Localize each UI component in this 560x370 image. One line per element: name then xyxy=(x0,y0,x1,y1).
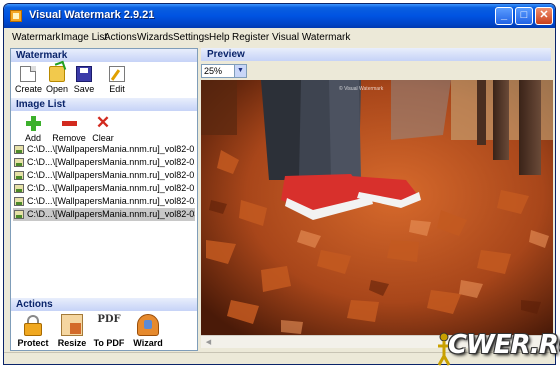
cwer-watermark-logo: CWER.RU xyxy=(436,328,560,370)
menu-image-list[interactable]: Image List xyxy=(61,32,107,43)
left-panel: Watermark Create Open Save Edit Image Li… xyxy=(10,48,198,351)
image-file-icon xyxy=(14,158,24,167)
zoom-dropdown[interactable]: 25% ▼ xyxy=(201,64,247,78)
save-label: Save xyxy=(73,84,95,94)
remove-button[interactable]: Remove xyxy=(52,115,86,143)
create-label: Create xyxy=(15,84,43,94)
file-path: C:\D...\[WallpapersMania.nnm.ru]_vol82-0… xyxy=(27,144,195,154)
cwer-logo-text: CWER.RU xyxy=(448,330,560,360)
window-title: Visual Watermark 2.9.21 xyxy=(29,9,155,21)
file-path: C:\D...\[WallpapersMania.nnm.ru]_vol82-0… xyxy=(27,170,195,180)
add-button[interactable]: Add xyxy=(20,115,46,143)
red-minus-icon xyxy=(61,115,77,131)
image-list-section-header: Image List xyxy=(11,98,197,111)
to-pdf-label: To PDF xyxy=(93,338,125,348)
image-file-icon xyxy=(14,210,24,219)
red-x-icon: ✕ xyxy=(95,113,111,132)
file-path: C:\D...\[WallpapersMania.nnm.ru]_vol82-0… xyxy=(27,209,195,219)
title-bar[interactable]: Visual Watermark 2.9.21 _ □ ✕ xyxy=(4,4,555,28)
clear-button[interactable]: ✕ Clear xyxy=(91,113,115,143)
floppy-disk-icon xyxy=(76,66,92,82)
menu-register[interactable]: Register Visual Watermark xyxy=(232,32,350,43)
green-plus-icon xyxy=(25,115,41,131)
open-button[interactable]: Open xyxy=(44,66,70,94)
file-path: C:\D...\[WallpapersMania.nnm.ru]_vol82-0… xyxy=(27,183,195,193)
app-icon xyxy=(10,10,22,22)
image-file-icon xyxy=(14,197,24,206)
wizard-label: Wizard xyxy=(133,338,163,348)
remove-label: Remove xyxy=(52,133,86,143)
minimize-button[interactable]: _ xyxy=(495,7,513,25)
file-path: C:\D...\[WallpapersMania.nnm.ru]_vol82-0… xyxy=(27,157,195,167)
menu-wizards[interactable]: Wizards xyxy=(137,32,173,43)
to-pdf-button[interactable]: PDF To PDF xyxy=(91,314,127,348)
image-file-list[interactable]: C:\D...\[WallpapersMania.nnm.ru]_vol82-0… xyxy=(13,143,195,221)
create-button[interactable]: Create xyxy=(15,66,43,94)
menu-settings[interactable]: Settings xyxy=(173,32,209,43)
protect-button[interactable]: Protect xyxy=(15,314,51,348)
file-path: C:\D...\[WallpapersMania.nnm.ru]_vol82-0… xyxy=(27,196,195,206)
edit-button[interactable]: Edit xyxy=(107,66,127,94)
file-list-item[interactable]: C:\D...\[WallpapersMania.nnm.ru]_vol82-0… xyxy=(13,143,195,156)
menu-actions[interactable]: Actions xyxy=(104,32,137,43)
edit-pencil-icon xyxy=(109,66,125,82)
edit-label: Edit xyxy=(109,84,125,94)
wizard-icon xyxy=(137,314,159,336)
padlock-icon xyxy=(23,314,43,336)
actions-section-header: Actions xyxy=(11,298,197,311)
image-preview[interactable]: © Visual Watermark xyxy=(201,80,553,335)
add-label: Add xyxy=(24,133,41,143)
app-window: Visual Watermark 2.9.21 _ □ ✕ Watermark … xyxy=(3,3,556,365)
resize-icon xyxy=(61,314,83,336)
open-folder-icon xyxy=(49,66,65,82)
close-button[interactable]: ✕ xyxy=(535,7,553,25)
watermark-section-header: Watermark xyxy=(11,49,197,62)
menu-watermark[interactable]: Watermark xyxy=(12,32,61,43)
resize-label: Resize xyxy=(57,338,87,348)
file-list-item-selected[interactable]: C:\D...\[WallpapersMania.nnm.ru]_vol82-0… xyxy=(13,208,195,221)
open-label: Open xyxy=(45,84,69,94)
chevron-down-icon[interactable]: ▼ xyxy=(234,65,246,77)
wizard-button[interactable]: Wizard xyxy=(131,314,165,348)
file-list-item[interactable]: C:\D...\[WallpapersMania.nnm.ru]_vol82-0… xyxy=(13,182,195,195)
new-document-icon xyxy=(20,66,36,82)
zoom-value: 25% xyxy=(204,66,223,76)
menu-help[interactable]: Help xyxy=(209,32,230,43)
image-file-icon xyxy=(14,184,24,193)
preview-section-header: Preview xyxy=(201,48,551,61)
watermark-overlay-text: © Visual Watermark xyxy=(339,86,384,92)
file-list-item[interactable]: C:\D...\[WallpapersMania.nnm.ru]_vol82-0… xyxy=(13,195,195,208)
maximize-button[interactable]: □ xyxy=(515,7,533,25)
file-list-item[interactable]: C:\D...\[WallpapersMania.nnm.ru]_vol82-0… xyxy=(13,156,195,169)
resize-button[interactable]: Resize xyxy=(55,314,89,348)
scroll-left-icon[interactable]: ◀ xyxy=(203,337,214,348)
clear-label: Clear xyxy=(92,133,114,143)
preview-photo xyxy=(201,80,553,335)
protect-label: Protect xyxy=(17,338,49,348)
image-file-icon xyxy=(14,145,24,154)
file-list-item[interactable]: C:\D...\[WallpapersMania.nnm.ru]_vol82-0… xyxy=(13,169,195,182)
image-file-icon xyxy=(14,171,24,180)
save-button[interactable]: Save xyxy=(72,66,96,94)
menu-bar: Watermark Image List Actions Wizards Set… xyxy=(4,28,555,47)
pdf-icon: PDF xyxy=(97,314,121,325)
